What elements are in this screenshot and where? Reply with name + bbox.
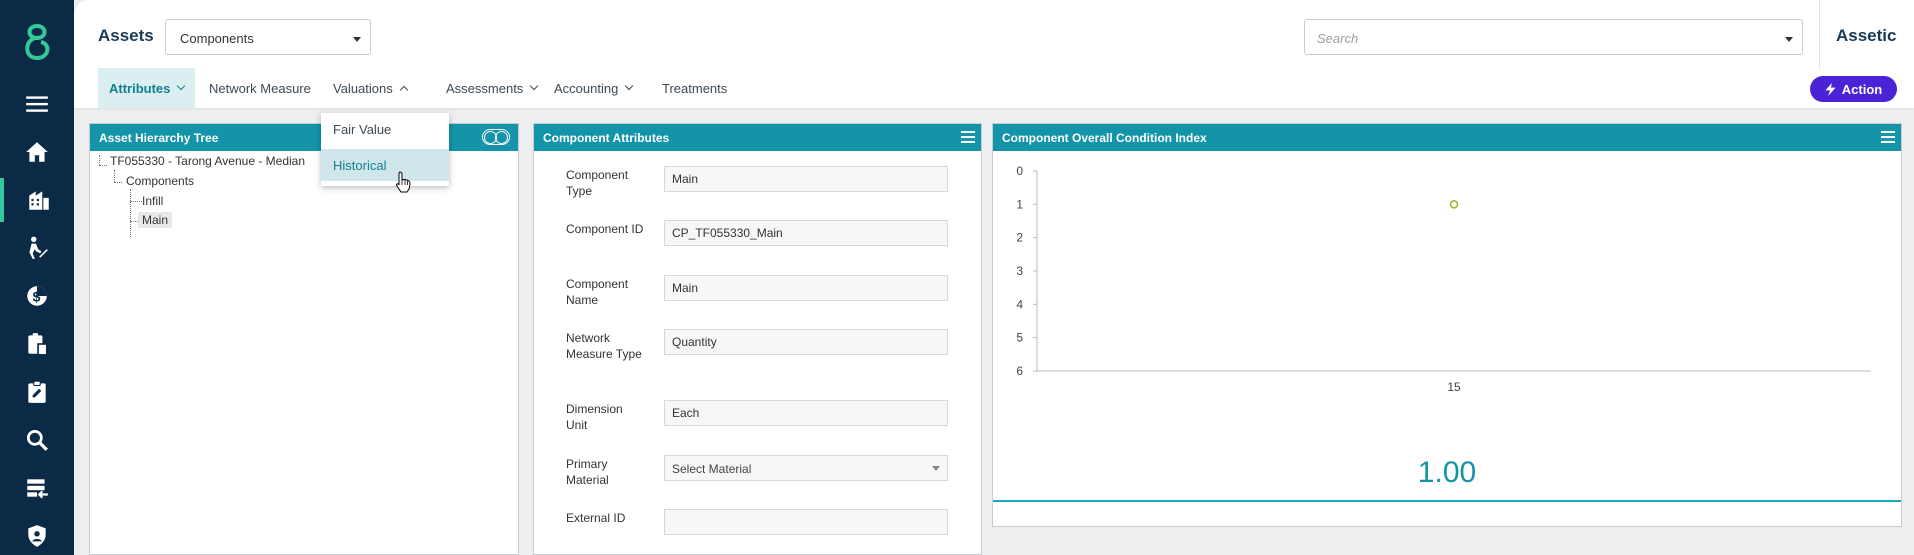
menu-item-label: Fair Value — [333, 121, 392, 137]
tree-connector — [99, 165, 107, 166]
nav-label: Assessments — [446, 80, 524, 96]
data-point — [1449, 200, 1459, 209]
hand-cursor-icon — [396, 171, 411, 193]
panel-title: Asset Hierarchy Tree — [99, 130, 219, 145]
y-tick-label: 4 — [1016, 297, 1023, 311]
menu-item-label: Historical — [333, 157, 387, 173]
nav-assessments[interactable]: Assessments — [435, 68, 548, 108]
tree-connector — [130, 189, 131, 237]
home-icon[interactable] — [0, 130, 74, 174]
panel-header: Component Overall Condition Index — [993, 124, 1901, 151]
panel-title: Component Attributes — [543, 130, 670, 145]
nav-accounting[interactable]: Accounting — [543, 68, 643, 108]
y-tick-label: 2 — [1016, 231, 1023, 245]
field-label: Dimension Unit — [566, 402, 623, 432]
chevron-down-icon — [625, 81, 634, 91]
y-tick-label: 0 — [1016, 164, 1023, 178]
tree-connector — [114, 170, 115, 182]
brand-name: Assetic — [1836, 26, 1897, 45]
clipboard-icon[interactable] — [0, 322, 74, 366]
tree-node-infill[interactable]: Infill — [142, 194, 163, 208]
module-nav: Attributes Network Measure Valuations As… — [74, 68, 1914, 108]
search-icon[interactable] — [0, 418, 74, 462]
field-label: Component ID — [566, 222, 644, 236]
condition-index-value: 1.00 — [1417, 456, 1477, 489]
valuations-dropdown: Fair Value Historical — [321, 113, 449, 186]
main-sidebar: $ — [0, 0, 74, 555]
worker-icon[interactable] — [0, 226, 74, 270]
menu-item-historical[interactable]: Historical — [321, 149, 449, 181]
hamburger-menu-icon[interactable] — [0, 82, 74, 126]
top-header: Assets Components Assetic — [74, 0, 1914, 68]
chevron-down-icon — [177, 81, 186, 91]
select-value: Select Material — [672, 462, 752, 476]
nav-attributes[interactable]: Attributes — [98, 68, 196, 108]
panel-header: Asset Hierarchy Tree — [90, 124, 518, 151]
finance-icon[interactable]: $ — [0, 274, 74, 318]
caret-down-icon[interactable] — [1785, 37, 1793, 42]
panel-header: Component Attributes — [534, 124, 981, 151]
buildings-icon[interactable] — [0, 178, 74, 222]
action-label: Action — [1841, 81, 1883, 97]
assetic-logo-icon[interactable] — [19, 22, 55, 62]
global-search[interactable] — [1304, 19, 1803, 55]
hamburger-menu-icon[interactable] — [961, 131, 975, 143]
nav-label: Network Measure — [209, 80, 311, 96]
nav-valuations[interactable]: Valuations — [322, 68, 418, 108]
lightning-icon — [1825, 82, 1836, 96]
value-underline — [993, 500, 1901, 502]
tree-connector — [130, 201, 142, 202]
component-name-field[interactable] — [664, 275, 948, 301]
hamburger-menu-icon[interactable] — [1881, 131, 1895, 143]
shield-user-icon[interactable] — [0, 514, 74, 555]
tree-node-main[interactable]: Main — [138, 212, 173, 228]
menu-item-fair-value[interactable]: Fair Value — [321, 113, 449, 145]
import-icon[interactable] — [0, 466, 74, 510]
external-id-field[interactable] — [664, 509, 948, 535]
module-select[interactable]: Components — [165, 19, 371, 55]
primary-material-select[interactable]: Select Material — [664, 455, 948, 481]
chevron-down-icon — [530, 81, 539, 91]
caret-down-icon — [353, 37, 361, 42]
nav-label: Attributes — [109, 80, 171, 96]
field-label: External ID — [566, 511, 626, 525]
condition-index-panel: Component Overall Condition Index 0 1 2 3 4 5… — [992, 123, 1902, 527]
field-label: Primary Material — [566, 457, 609, 487]
dimension-unit-field[interactable] — [664, 400, 948, 426]
network-measure-type-field[interactable] — [664, 329, 948, 355]
tree-node-components[interactable]: Components — [126, 174, 194, 188]
nav-label: Treatments — [662, 80, 728, 96]
tree-connector — [99, 155, 100, 165]
toggle-switch[interactable] — [482, 129, 510, 145]
page-title: Assets — [98, 26, 154, 45]
component-attributes-panel: Component Attributes Component Type Comp… — [533, 123, 982, 555]
field-label: Component Type — [566, 168, 629, 198]
module-select-value: Components — [180, 31, 254, 46]
component-id-field[interactable] — [664, 220, 948, 246]
tree-connector — [130, 221, 138, 222]
x-tick-label: 15 — [1447, 380, 1461, 394]
component-type-field[interactable] — [664, 166, 948, 192]
nav-label: Valuations — [333, 80, 393, 96]
assignment-icon[interactable] — [0, 370, 74, 414]
nav-label: Accounting — [554, 80, 619, 96]
tree-connector — [114, 182, 122, 183]
field-label: Network Measure Type — [566, 331, 642, 361]
asset-hierarchy-panel: Asset Hierarchy Tree TF055330 - Tarong A… — [89, 123, 519, 555]
nav-network-measure[interactable]: Network Measure — [198, 68, 322, 108]
y-tick-label: 5 — [1016, 331, 1023, 345]
y-tick-label: 3 — [1016, 264, 1023, 278]
tree-node-root[interactable]: TF055330 - Tarong Avenue - Median — [110, 154, 305, 168]
field-label: Component Name — [566, 277, 629, 307]
nav-treatments[interactable]: Treatments — [651, 68, 738, 108]
condition-chart: 0 1 2 3 4 5 6 15 — [1016, 164, 1871, 394]
chevron-up-icon — [399, 85, 408, 94]
caret-down-icon — [932, 466, 940, 471]
y-tick-label: 6 — [1016, 364, 1023, 378]
panel-title: Component Overall Condition Index — [1002, 130, 1207, 145]
y-tick-label: 1 — [1016, 197, 1023, 211]
header-divider — [1819, 0, 1820, 68]
action-button[interactable]: Action — [1810, 76, 1897, 102]
search-input[interactable] — [1317, 29, 1757, 47]
